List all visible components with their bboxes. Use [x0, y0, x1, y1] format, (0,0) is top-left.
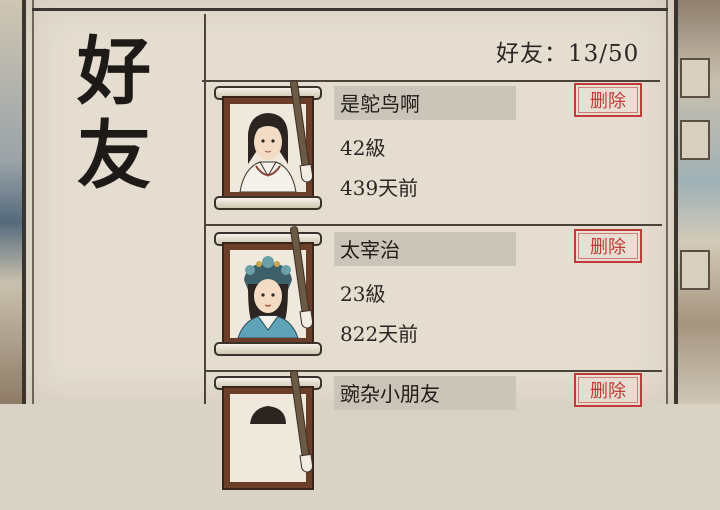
scroll-rod — [214, 342, 322, 356]
title-char: 好 — [77, 29, 151, 115]
friends-panel: 好 友 好友：13/50 是鸵鸟啊 42級 439天前 删除 太宰治 23級 8… — [22, 0, 678, 490]
friend-level: 42級 — [340, 136, 386, 160]
building-window — [680, 120, 710, 160]
portrait-scroll[interactable] — [212, 79, 322, 210]
panel-top-rule — [32, 8, 668, 11]
friend-name: 太宰治 — [340, 238, 400, 262]
friend-row: 豌杂小朋友 删除 — [212, 369, 662, 510]
friend-row: 太宰治 23級 822天前 删除 — [206, 225, 662, 372]
scroll-rod — [214, 196, 322, 210]
building-window — [680, 250, 710, 290]
friend-row: 是鸵鸟啊 42級 439天前 删除 — [206, 79, 662, 226]
friend-level: 23級 — [340, 282, 386, 306]
panel-title: 好 友 — [70, 30, 158, 198]
friend-name: 豌杂小朋友 — [340, 382, 440, 406]
building-window — [680, 58, 710, 98]
delete-button[interactable]: 删除 — [574, 373, 642, 407]
friend-name: 是鸵鸟啊 — [340, 92, 420, 116]
friend-last-seen: 822天前 — [340, 322, 419, 346]
friend-count: 好友：13/50 — [496, 41, 640, 67]
title-char: 友 — [77, 113, 151, 199]
delete-button[interactable]: 删除 — [574, 83, 642, 117]
friend-last-seen: 439天前 — [340, 176, 419, 200]
delete-button[interactable]: 删除 — [574, 229, 642, 263]
panel-divider — [204, 14, 206, 404]
portrait-scroll[interactable] — [212, 225, 322, 356]
portrait-scroll[interactable] — [212, 369, 322, 500]
